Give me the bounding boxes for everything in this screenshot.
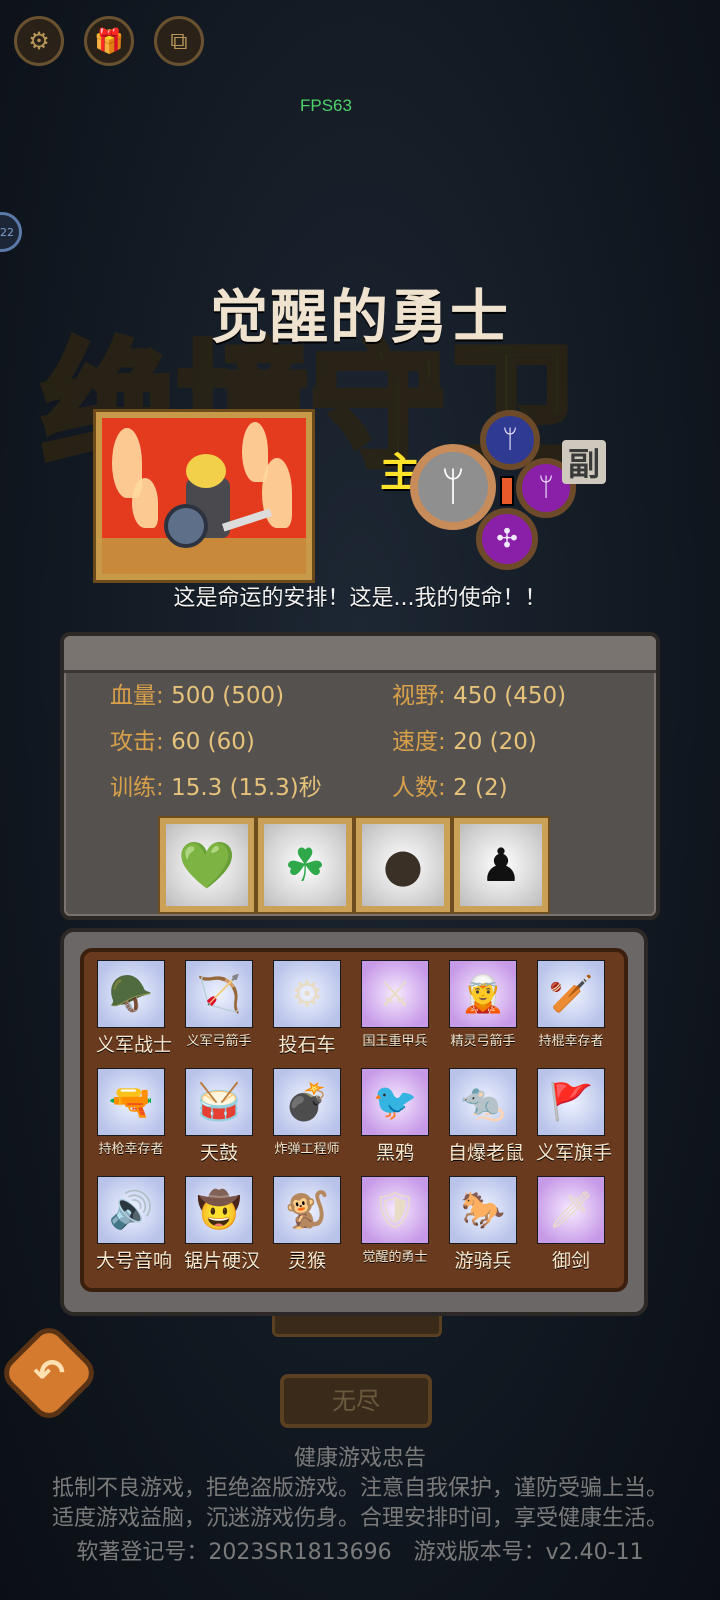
saw-man-icon: 🤠 bbox=[185, 1176, 253, 1244]
side-bubble[interactable]: 22 bbox=[0, 212, 22, 252]
stat-vision: 视野: 450 (450) bbox=[392, 683, 567, 709]
sub-talent-label: 副 bbox=[562, 440, 606, 484]
hero-name: 觉醒的勇士 bbox=[209, 283, 510, 351]
unit-card[interactable]: 🐦 黑鸦 bbox=[360, 1068, 430, 1165]
soldier-icon: 🪖 bbox=[97, 960, 165, 1028]
crow-icon: 🐦 bbox=[361, 1068, 429, 1136]
unit-card[interactable]: 🤠 锯片硬汉 bbox=[184, 1176, 260, 1273]
unit-card[interactable]: 🔊 大号音响 bbox=[96, 1176, 172, 1273]
fps-counter: FPS63 bbox=[300, 96, 352, 115]
unit-card[interactable]: 🏏 持棍幸存者 bbox=[536, 960, 606, 1049]
monkey-icon: 🐒 bbox=[273, 1176, 341, 1244]
registration-info: 软著登记号：2023SR1813696 游戏版本号：v2.40-11 bbox=[76, 1540, 644, 1565]
heart-plus-icon[interactable]: 💚 bbox=[160, 818, 254, 912]
unit-card[interactable]: 🚩 义军旗手 bbox=[536, 1068, 612, 1165]
unit-card[interactable]: 🏹 义军弓箭手 bbox=[184, 960, 254, 1049]
catapult-icon: ⚙ bbox=[273, 960, 341, 1028]
back-button[interactable]: ↶ bbox=[0, 1320, 102, 1426]
heavy-knight-icon: ⚔ bbox=[361, 960, 429, 1028]
talent-orb-icon[interactable]: ✣ bbox=[476, 508, 538, 570]
ranger-icon: 🐎 bbox=[449, 1176, 517, 1244]
unit-card[interactable]: 🪖 义军战士 bbox=[96, 960, 172, 1057]
awakened-warrior-icon: 🛡 bbox=[361, 1176, 429, 1244]
unit-card[interactable]: ⚔ 国王重甲兵 bbox=[360, 960, 430, 1049]
settings-gear-icon[interactable]: ⚙ bbox=[14, 16, 64, 66]
health-notice-line: 适度游戏益脑，沉迷游戏伤身。合理安排时间，享受健康生活。 bbox=[51, 1506, 668, 1531]
speaker-icon: 🔊 bbox=[97, 1176, 165, 1244]
silhouette-icon[interactable]: ♟ bbox=[454, 818, 548, 912]
gift-box-icon[interactable]: 🎁 bbox=[84, 16, 134, 66]
dark-orb-icon[interactable]: ● bbox=[356, 818, 450, 912]
unit-card[interactable]: 🧝 精灵弓箭手 bbox=[448, 960, 518, 1049]
endless-mode-button[interactable]: 无尽 bbox=[280, 1374, 432, 1428]
gunner-icon: 🔫 bbox=[97, 1068, 165, 1136]
unit-card[interactable]: 🐀 自爆老鼠 bbox=[448, 1068, 524, 1165]
stat-training: 训练: 15.3 (15.3)秒 bbox=[110, 775, 322, 801]
club-survivor-icon: 🏏 bbox=[537, 960, 605, 1028]
hero-quote: 这是命运的安排！这是...我的使命！！ bbox=[173, 586, 547, 611]
talent-link bbox=[500, 476, 514, 506]
unit-card[interactable]: 🐎 游骑兵 bbox=[448, 1176, 518, 1273]
unit-card[interactable]: 🐒 灵猴 bbox=[272, 1176, 342, 1273]
unit-card[interactable]: 🔫 持枪幸存者 bbox=[96, 1068, 166, 1157]
elf-archer-icon: 🧝 bbox=[449, 960, 517, 1028]
archer-icon: 🏹 bbox=[185, 960, 253, 1028]
flag-bearer-icon: 🚩 bbox=[537, 1068, 605, 1136]
bomb-engineer-icon: 💣 bbox=[273, 1068, 341, 1136]
rat-icon: 🐀 bbox=[449, 1068, 517, 1136]
unit-card[interactable]: 🥁 天鼓 bbox=[184, 1068, 254, 1165]
unit-card[interactable]: 🛡 觉醒的勇士 bbox=[360, 1176, 430, 1265]
hero-portrait bbox=[93, 409, 315, 583]
button-frame bbox=[272, 1316, 442, 1337]
stat-attack: 攻击: 60 (60) bbox=[110, 729, 255, 755]
clover-icon[interactable]: ☘ bbox=[258, 818, 352, 912]
unit-card[interactable]: ⚙ 投石车 bbox=[272, 960, 342, 1057]
drum-icon: 🥁 bbox=[185, 1068, 253, 1136]
stat-hp: 血量: 500 (500) bbox=[110, 683, 285, 709]
unit-card[interactable]: 🗡 御剑 bbox=[536, 1176, 606, 1273]
undo-arrow-icon: ↶ bbox=[33, 1351, 65, 1395]
health-notice-title: 健康游戏忠告 bbox=[293, 1446, 426, 1471]
stat-speed: 速度: 20 (20) bbox=[392, 729, 537, 755]
copy-icon[interactable]: ⧉ bbox=[154, 16, 204, 66]
main-talent-orb-icon[interactable]: ᛘ bbox=[410, 444, 496, 530]
stat-count: 人数: 2 (2) bbox=[392, 775, 508, 801]
sword-master-icon: 🗡 bbox=[537, 1176, 605, 1244]
unit-card[interactable]: 💣 炸弹工程师 bbox=[272, 1068, 342, 1157]
health-notice-line: 抵制不良游戏，拒绝盗版游戏。注意自我保护，谨防受骗上当。 bbox=[51, 1476, 668, 1501]
